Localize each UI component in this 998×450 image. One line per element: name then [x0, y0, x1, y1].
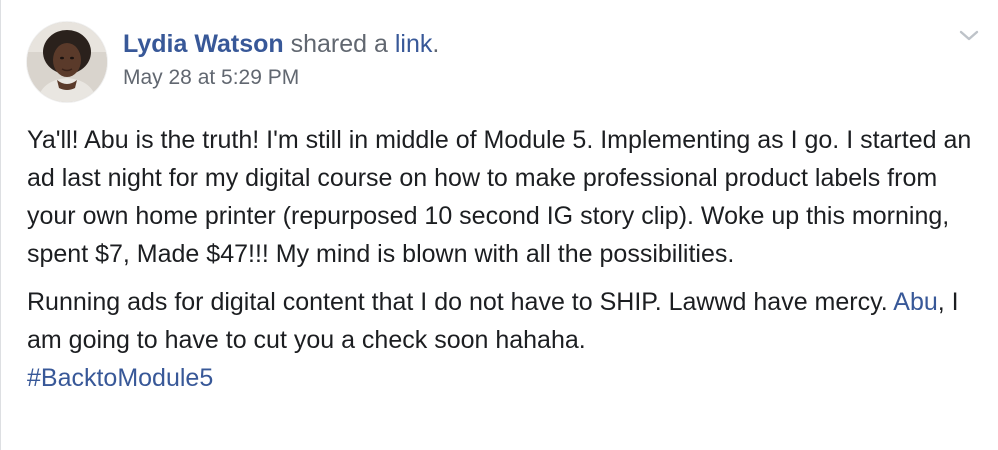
avatar[interactable]	[27, 22, 107, 102]
shared-link[interactable]: link	[395, 30, 433, 58]
author-name-link[interactable]: Lydia Watson	[123, 30, 284, 58]
shared-text: shared a	[283, 30, 395, 58]
hashtag-link[interactable]: #BacktoModule5	[27, 364, 213, 392]
shared-text-end: .	[432, 30, 440, 58]
post-body: Ya'll! Abu is the truth! I'm still in mi…	[27, 121, 982, 407]
post-timestamp[interactable]: May 28 at 5:29 PM	[123, 64, 439, 92]
paragraph-2-text-start: Running ads for digital content that I d…	[27, 288, 894, 316]
post-title-line: Lydia Watson shared a link.	[123, 28, 439, 60]
mention-abu-link[interactable]: Abu	[893, 288, 937, 316]
post-header: Lydia Watson shared a link. May 28 at 5:…	[123, 28, 439, 92]
post-paragraph-2: Running ads for digital content that I d…	[27, 283, 982, 397]
feed-post: Lydia Watson shared a link. May 28 at 5:…	[0, 0, 998, 450]
chevron-down-icon	[959, 30, 979, 41]
post-options-button[interactable]	[956, 26, 982, 46]
post-paragraph-1: Ya'll! Abu is the truth! I'm still in mi…	[27, 126, 972, 268]
avatar-photo	[27, 22, 107, 102]
